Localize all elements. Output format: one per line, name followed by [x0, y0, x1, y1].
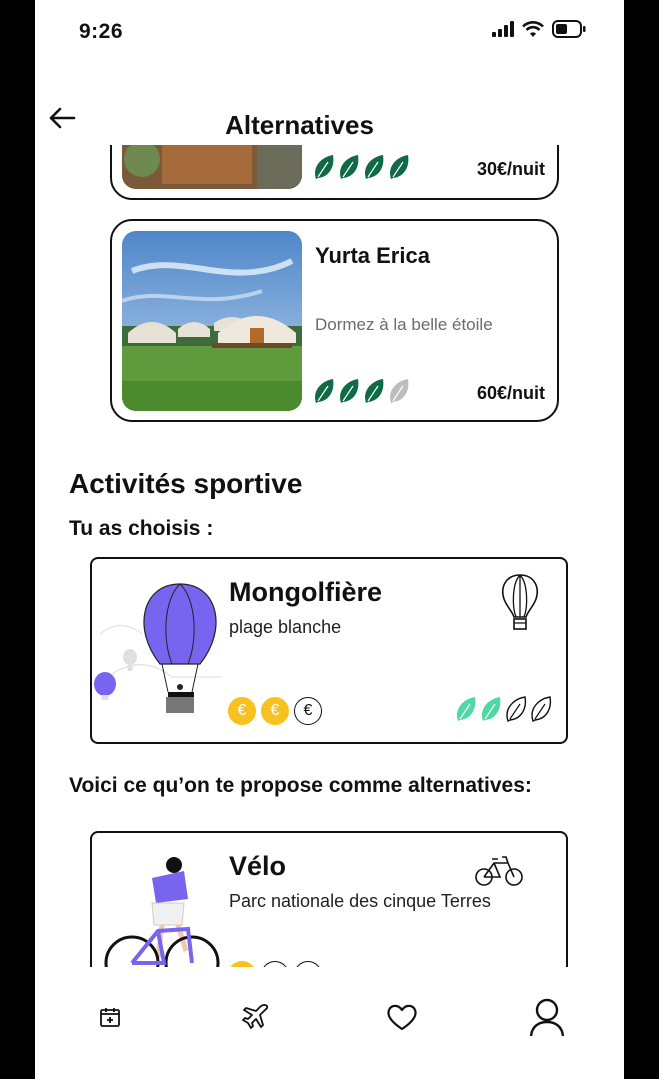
- balloon-illustration: [94, 583, 222, 713]
- page-title: Alternatives: [225, 110, 374, 140]
- activity-name: Mongolfière: [229, 577, 382, 607]
- activity-card-alternative[interactable]: Vélo Parc nationale des cinque Terres € …: [90, 831, 568, 967]
- nav-calendar[interactable]: [90, 997, 130, 1037]
- leaf-empty-icon: [390, 379, 409, 403]
- leaf-icon: [457, 697, 476, 721]
- price-level: € € €: [228, 697, 322, 725]
- eco-rating: [455, 695, 552, 723]
- lodging-card[interactable]: Yurta Erica Dormez à la belle étoile 60€…: [110, 219, 559, 422]
- status-time: 9:26: [79, 20, 124, 43]
- wifi-icon: [522, 20, 544, 37]
- lodging-price: 60€/nuit: [476, 383, 545, 403]
- alternatives-label: Voici ce qu’on te propose comme alternat…: [69, 774, 532, 797]
- euro-coin-icon: €: [261, 697, 289, 725]
- nav-trips[interactable]: [236, 997, 276, 1037]
- bottom-nav: [35, 967, 624, 1079]
- nav-favorites[interactable]: [382, 997, 422, 1037]
- euro-coin-empty-icon: €: [294, 697, 322, 725]
- leaf-outline-icon: [531, 696, 552, 722]
- euro-coin-icon: €: [228, 697, 256, 725]
- hot-air-balloon-icon: [502, 574, 538, 630]
- chosen-label: Tu as choisis :: [69, 517, 214, 540]
- lodging-name: Yurta Erica: [315, 243, 430, 268]
- leaf-icon: [365, 155, 384, 179]
- signal-icon: [492, 21, 514, 37]
- bicycle-icon: [475, 856, 523, 886]
- heart-icon: [387, 1004, 417, 1031]
- leaf-icon: [340, 155, 359, 179]
- airplane-icon: [242, 1004, 269, 1029]
- activity-location: Parc nationale des cinque Terres: [229, 891, 491, 911]
- activity-location: plage blanche: [229, 617, 342, 637]
- lodging-subtitle: Dormez à la belle étoile: [315, 315, 493, 334]
- lodging-price: 30€/nuit: [476, 159, 545, 179]
- status-icons: [492, 20, 586, 38]
- leaf-icon: [390, 155, 409, 179]
- activity-name: Vélo: [229, 851, 287, 881]
- section-title: Activités sportive: [69, 468, 303, 499]
- calendar-add-icon: [100, 1008, 120, 1027]
- user-icon: [529, 998, 565, 1037]
- lodging-photo: [122, 231, 302, 411]
- cyclist-illustration: [104, 857, 220, 967]
- leaf-icon: [315, 379, 334, 403]
- leaf-icon: [315, 155, 334, 179]
- leaf-icon: [365, 379, 384, 403]
- leaf-icon: [340, 379, 359, 403]
- leaf-outline-icon: [506, 696, 527, 722]
- scroll-content[interactable]: 30€/nuit Yurta Erica Dormez à la belle é…: [35, 145, 624, 967]
- activity-card-chosen[interactable]: Mongolfière plage blanche € € €: [90, 557, 568, 744]
- battery-icon: [552, 20, 586, 38]
- lodging-photo: [122, 145, 302, 189]
- eco-rating: [313, 153, 410, 181]
- eco-rating: [313, 377, 410, 405]
- lodging-card[interactable]: 30€/nuit: [110, 145, 559, 200]
- leaf-icon: [482, 697, 501, 721]
- phone-screen: 9:26 30€/nuit Yurta Erica Dormez à la be…: [35, 0, 624, 1079]
- nav-profile[interactable]: [527, 997, 567, 1037]
